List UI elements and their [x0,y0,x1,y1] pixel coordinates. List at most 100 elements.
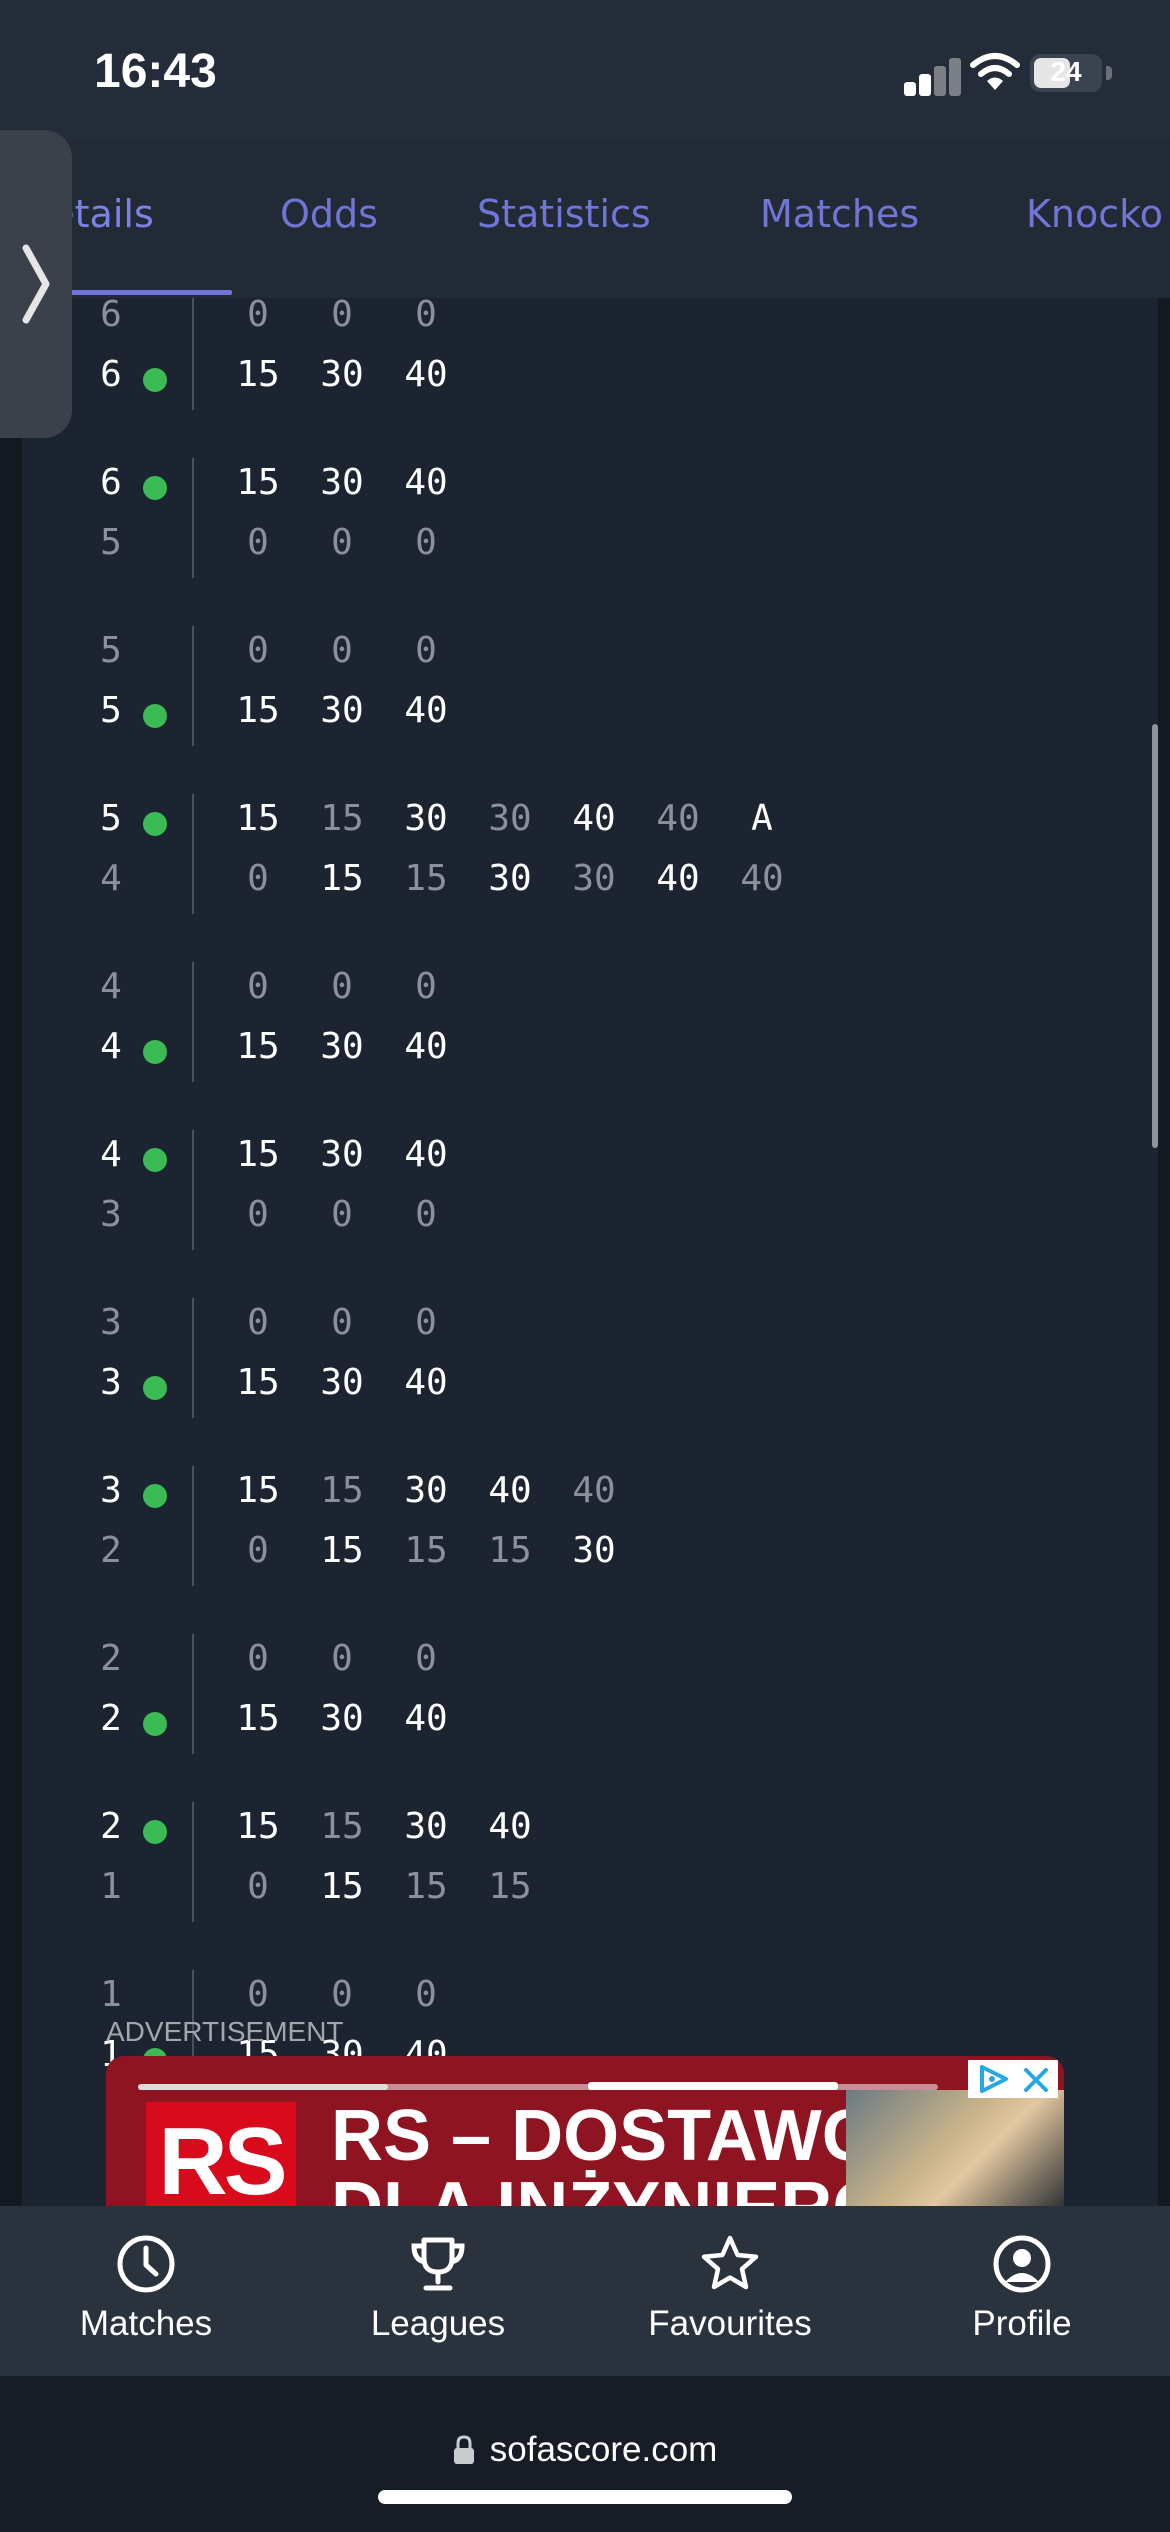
browser-url-bar[interactable]: sofascore.com [0,2376,1170,2532]
serve-indicator-icon [143,1376,167,1400]
point-score: 15 [404,1530,448,1571]
point-score: 40 [572,1470,616,1511]
nav-profile[interactable]: Profile [876,2206,1168,2376]
games-score: 5 [100,690,122,731]
games-score: 6 [100,298,122,335]
point-score: 30 [488,858,532,899]
point-score: A [751,798,773,839]
point-score: 40 [740,858,784,899]
nav-matches[interactable]: Matches [0,2206,292,2376]
tab-statistics[interactable]: Statistics [477,192,651,236]
point-score: 40 [404,1134,448,1175]
home-indicator[interactable] [378,2490,792,2504]
serve-indicator-icon [143,476,167,500]
ad-photo [846,2090,1064,2206]
player-line: 2 15 15 30 40 [22,1802,1122,1858]
nav-label: Matches [79,2304,213,2343]
nav-leagues[interactable]: Leagues [292,2206,584,2376]
point-score: 40 [488,1806,532,1847]
point-score: 0 [247,522,269,563]
close-icon[interactable] [1022,2066,1050,2094]
player-line: 4 15 30 40 [22,1130,1122,1186]
point-score: 15 [320,798,364,839]
point-score: 30 [488,798,532,839]
lock-icon [453,2435,474,2464]
tab-matches[interactable]: Matches [760,192,919,236]
player-line: 3 15 30 40 [22,1358,1122,1414]
game-row: 6 15 30 40 5 0 0 0 [22,458,1122,578]
player-line: 3 0 0 0 [22,1190,1122,1246]
point-score: 40 [488,1470,532,1511]
drawer-toggle[interactable] [0,130,72,438]
player-line: 5 0 0 0 [22,626,1122,682]
status-icons: 24 [904,50,1114,96]
games-score: 1 [100,1866,122,1907]
chevron-right-icon [22,244,50,324]
scrollbar[interactable] [1152,724,1158,1148]
tab-odds[interactable]: Odds [280,192,378,236]
games-score: 4 [100,858,122,899]
point-score: 30 [320,1698,364,1739]
point-score: 15 [404,1866,448,1907]
point-score: 15 [320,858,364,899]
point-score: 15 [320,1866,364,1907]
games-score: 2 [100,1698,122,1739]
point-score: 0 [331,522,353,563]
games-score: 2 [100,1530,122,1571]
player-line: 4 0 15 15 30 30 40 40 [22,854,1122,910]
point-score: 15 [236,1470,280,1511]
player-line: 5 0 0 0 [22,518,1122,574]
games-score: 3 [100,1470,122,1511]
adchoices-icon[interactable] [976,2064,1012,2094]
games-score: 6 [100,354,122,395]
serve-indicator-icon [143,1148,167,1172]
game-row: 6 0 0 0 6 15 30 40 [22,298,1122,410]
point-score: 15 [404,858,448,899]
point-score: 0 [415,630,437,671]
point-score: 0 [247,630,269,671]
games-score: 3 [100,1362,122,1403]
point-score: 15 [236,1362,280,1403]
player-line: 4 0 0 0 [22,962,1122,1018]
point-score: 0 [415,1638,437,1679]
point-score: 0 [247,1866,269,1907]
ad-logo: RS [146,2102,296,2206]
point-score: 15 [236,690,280,731]
player-line: 2000 [22,1634,1122,1690]
point-score: 30 [320,1362,364,1403]
ad-choices [968,2060,1058,2098]
clock-icon [117,2235,175,2293]
point-score: 15 [236,798,280,839]
player-line: 6 15 30 40 [22,350,1122,406]
point-score: 30 [320,1026,364,1067]
games-score: 5 [100,630,122,671]
game-row: 2 15 15 30 40 1 0 15 15 15 [22,1802,1122,1922]
games-score: 3 [100,1302,122,1343]
player-line: 5 15 30 40 [22,686,1122,742]
point-score: 40 [404,462,448,503]
point-score: 0 [247,1194,269,1235]
ad-banner[interactable]: RS RS – DOSTAWCA DLA INŻYNIERÓW [106,2056,1064,2206]
point-score: 15 [236,354,280,395]
point-score: 30 [572,1530,616,1571]
point-score: 40 [404,354,448,395]
point-score: 40 [656,798,700,839]
point-score: 0 [247,1638,269,1679]
player-line: 1 0 15 15 15 [22,1862,1122,1918]
player-line: 5 15 15 30 30 40 40 A [22,794,1122,850]
profile-icon [993,2235,1051,2293]
point-score: 0 [247,858,269,899]
player-line: 6 15 30 40 [22,458,1122,514]
point-score: 0 [415,1302,437,1343]
point-score: 40 [404,690,448,731]
point-score: 0 [331,298,353,335]
point-score: 15 [320,1530,364,1571]
point-score: 0 [415,298,437,335]
star-icon [701,2235,759,2290]
tab-knockout[interactable]: Knocko [1026,192,1163,236]
serve-indicator-icon [143,812,167,836]
nav-favourites[interactable]: Favourites [584,2206,876,2376]
battery-icon: 24 [1030,54,1102,92]
serve-indicator-icon [143,1820,167,1844]
point-score: 15 [320,1806,364,1847]
